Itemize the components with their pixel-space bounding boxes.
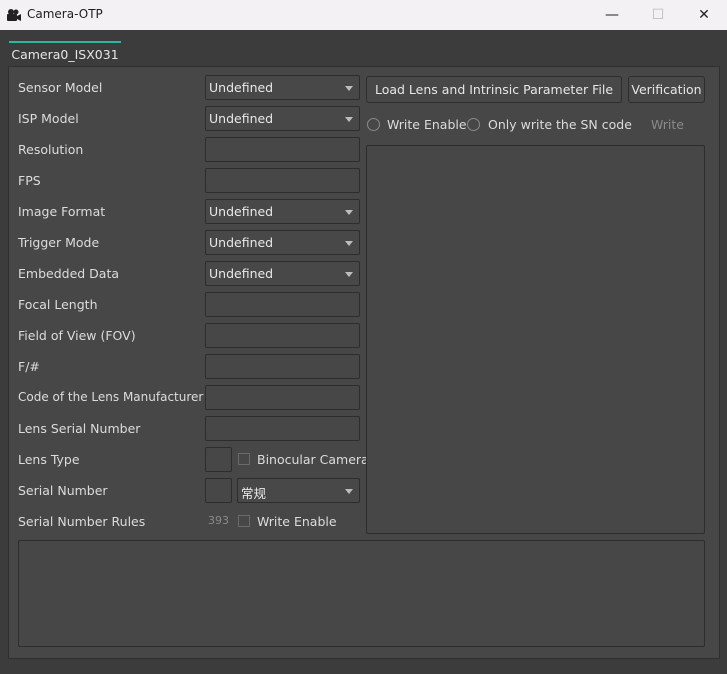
- tab-camera0[interactable]: Camera0_ISX031: [9, 41, 121, 66]
- lens-serial-number-field[interactable]: [205, 416, 360, 441]
- load-lens-file-button[interactable]: Load Lens and Intrinsic Parameter File: [366, 76, 622, 103]
- trigger-mode-value: Undefined: [209, 235, 274, 250]
- image-format-label: Image Format: [18, 204, 106, 219]
- embedded-data-value: Undefined: [209, 266, 274, 281]
- focal-length-label: Focal Length: [18, 297, 98, 312]
- chevron-down-icon: [345, 489, 353, 494]
- lens-type-label: Lens Type: [18, 452, 80, 467]
- chevron-down-icon: [345, 86, 353, 91]
- maximize-button[interactable]: ☐: [635, 0, 681, 30]
- resolution-label: Resolution: [18, 142, 84, 157]
- camera-app-icon: [7, 9, 21, 21]
- focal-length-field[interactable]: [205, 292, 360, 317]
- window-title: Camera-OTP: [27, 7, 103, 21]
- image-format-value: Undefined: [209, 204, 274, 219]
- isp-model-label: ISP Model: [18, 111, 79, 126]
- chevron-down-icon: [345, 241, 353, 246]
- tab-bar: Camera0_ISX031: [0, 30, 727, 66]
- only-sn-code-radio-label: Only write the SN code: [488, 117, 632, 132]
- serial-number-field[interactable]: [205, 478, 232, 503]
- fov-field[interactable]: [205, 323, 360, 348]
- chevron-down-icon: [345, 272, 353, 277]
- write-enable-checkbox-label: Write Enable: [257, 514, 337, 529]
- lens-manufacturer-code-label: Code of the Lens Manufacturer: [18, 390, 204, 404]
- lens-manufacturer-code-field[interactable]: [205, 385, 360, 410]
- only-sn-code-radio[interactable]: [467, 118, 480, 131]
- fov-label: Field of View (FOV): [18, 328, 136, 343]
- fps-field[interactable]: [205, 168, 360, 193]
- lens-type-field[interactable]: [205, 447, 232, 472]
- trigger-mode-select[interactable]: Undefined: [205, 230, 360, 255]
- trigger-mode-label: Trigger Mode: [18, 235, 100, 250]
- isp-model-select[interactable]: Undefined: [205, 106, 360, 131]
- serial-number-rules-field[interactable]: 393: [205, 509, 232, 534]
- title-bar: Camera-OTP — ☐ ✕: [0, 0, 727, 30]
- resolution-field[interactable]: [205, 137, 360, 162]
- sensor-model-label: Sensor Model: [18, 80, 103, 95]
- write-enable-checkbox[interactable]: [238, 515, 250, 527]
- embedded-data-label: Embedded Data: [18, 266, 120, 281]
- serial-number-mode-select[interactable]: 常规: [237, 478, 360, 503]
- write-enable-radio-label: Write Enable: [387, 117, 467, 132]
- chevron-down-icon: [345, 210, 353, 215]
- write-enable-radio[interactable]: [367, 118, 380, 131]
- image-format-select[interactable]: Undefined: [205, 199, 360, 224]
- f-number-field[interactable]: [205, 354, 360, 379]
- serial-number-label: Serial Number: [18, 483, 108, 498]
- binocular-camera-label: Binocular Camera: [257, 452, 369, 467]
- serial-number-rules-value: 393: [208, 514, 229, 527]
- f-number-label: F/#: [18, 359, 40, 374]
- binocular-camera-checkbox[interactable]: [238, 453, 250, 465]
- serial-number-rules-label: Serial Number Rules: [18, 514, 146, 529]
- file-content-panel[interactable]: [366, 145, 705, 534]
- lens-serial-number-label: Lens Serial Number: [18, 421, 141, 436]
- chevron-down-icon: [345, 117, 353, 122]
- embedded-data-select[interactable]: Undefined: [205, 261, 360, 286]
- minimize-button[interactable]: —: [589, 0, 635, 30]
- sensor-model-value: Undefined: [209, 80, 274, 95]
- fps-label: FPS: [18, 173, 41, 188]
- isp-model-value: Undefined: [209, 111, 274, 126]
- close-button[interactable]: ✕: [681, 0, 727, 30]
- verification-button[interactable]: Verification: [628, 76, 705, 103]
- serial-number-mode-value: 常规: [241, 486, 267, 501]
- log-output-panel[interactable]: [18, 540, 705, 647]
- sensor-model-select[interactable]: Undefined: [205, 75, 360, 100]
- write-button[interactable]: Write: [651, 117, 684, 132]
